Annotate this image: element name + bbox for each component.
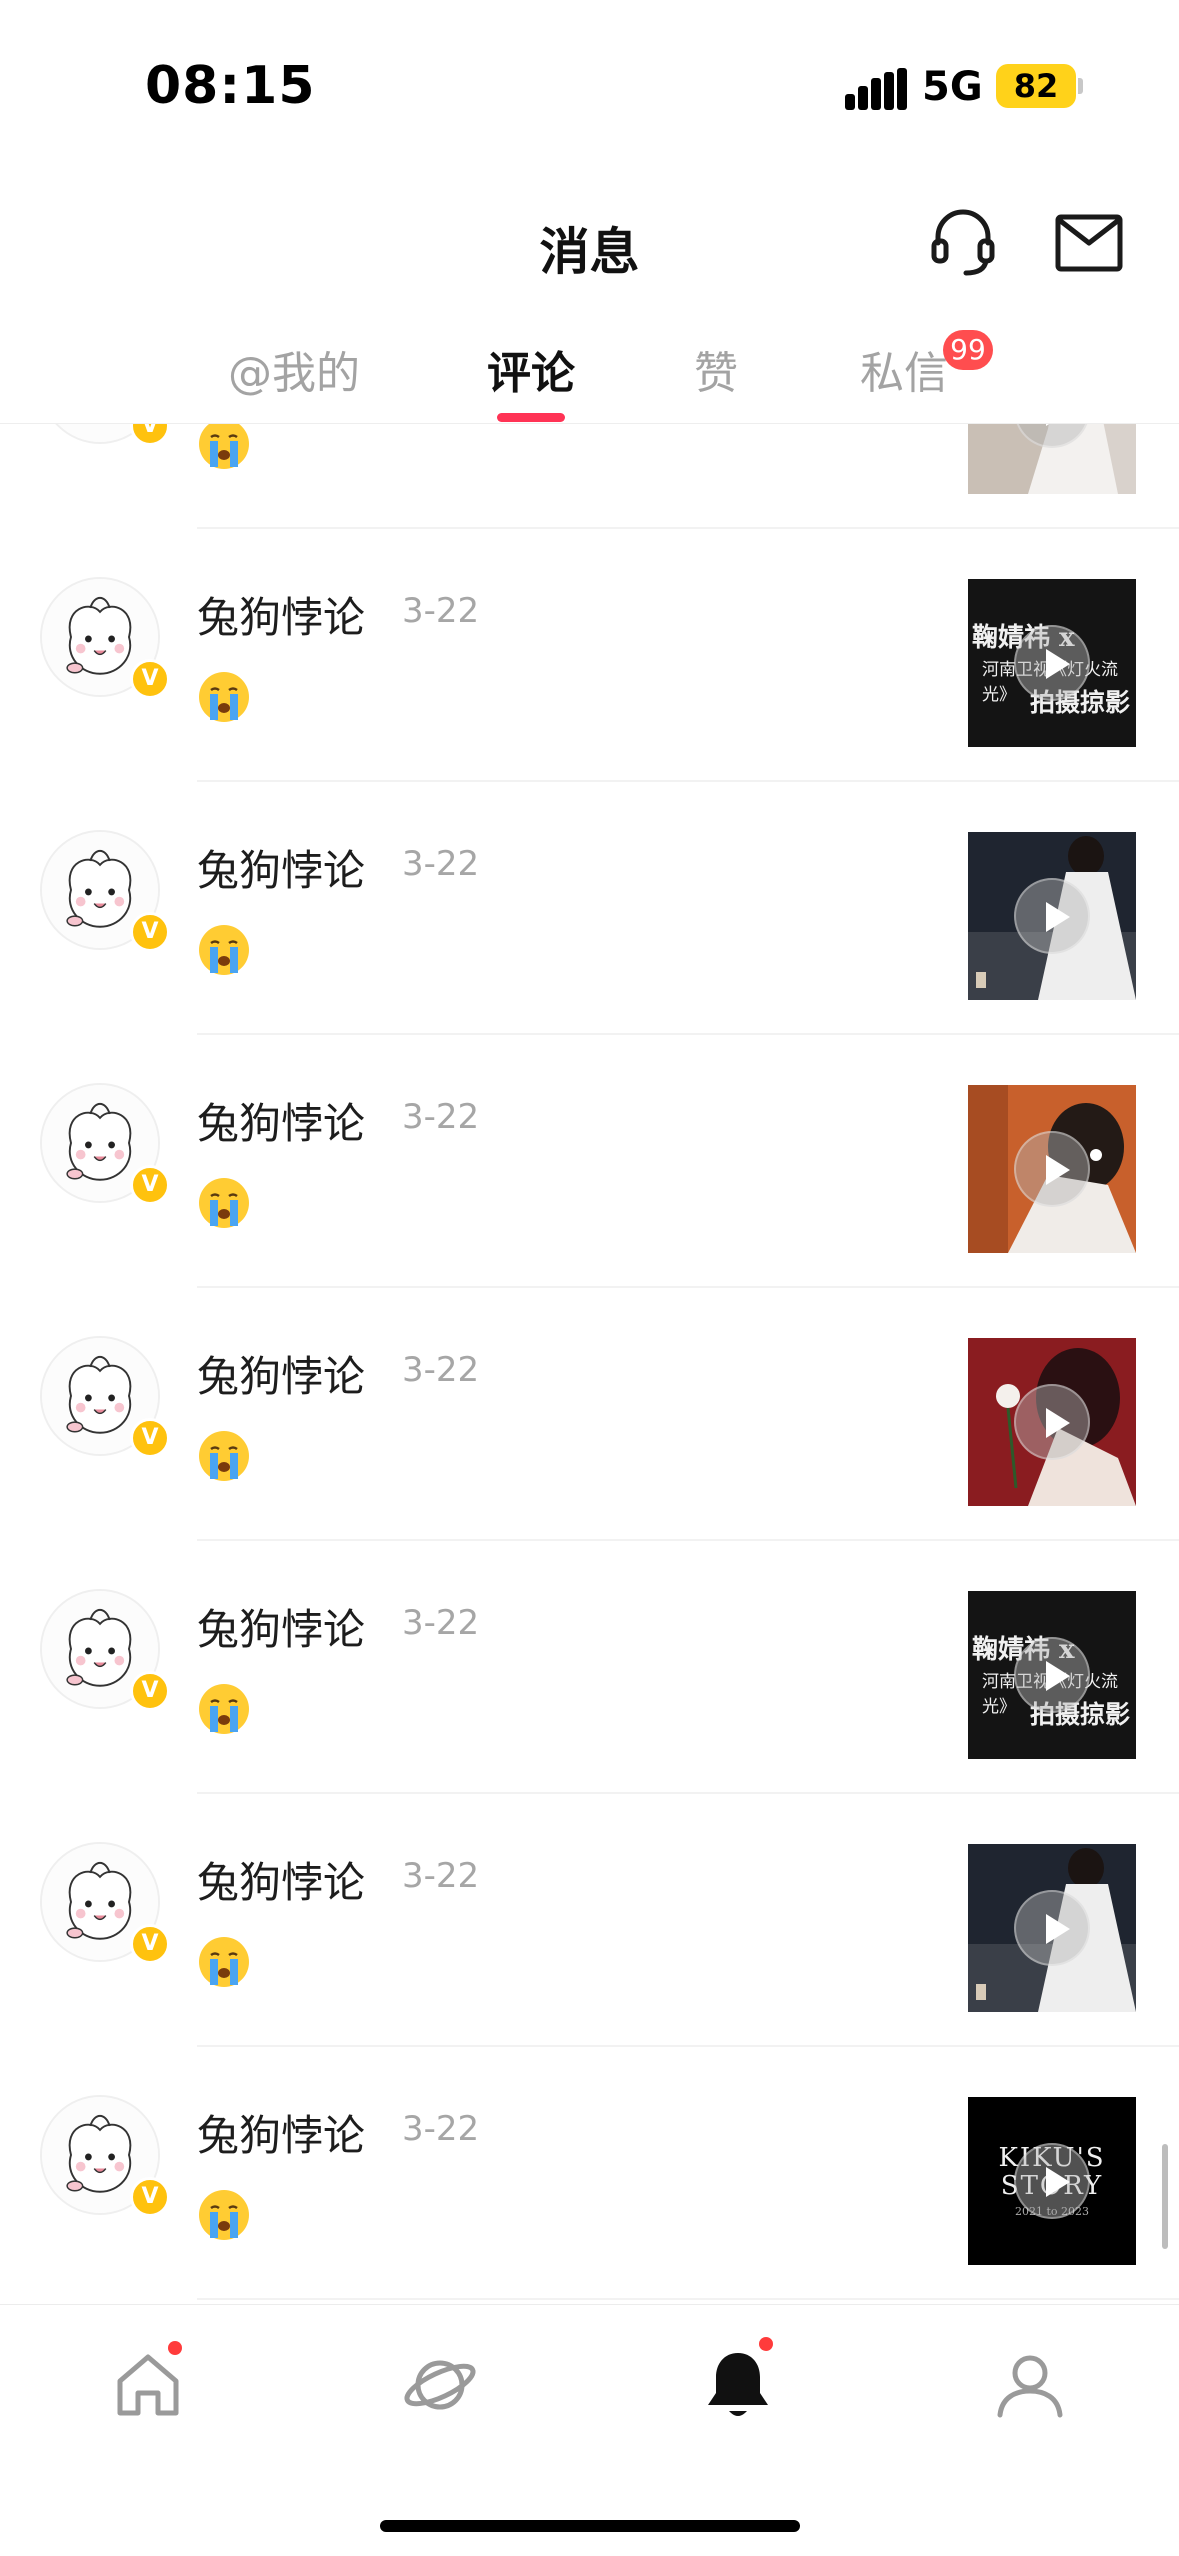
comment-date: 3-22 [402, 1856, 480, 1896]
play-icon [1014, 878, 1090, 954]
play-icon [1014, 625, 1090, 701]
network-label: 5G [922, 64, 983, 110]
tab-messages[interactable]: 私信 [860, 337, 948, 401]
verified-badge: V [130, 1165, 170, 1205]
crying-face-emoji [199, 1431, 249, 1481]
home-icon[interactable] [108, 2345, 188, 2425]
tab-likes[interactable]: 赞 [694, 337, 738, 401]
comment-date: 3-22 [402, 844, 480, 884]
verified-badge: V [130, 1671, 170, 1711]
verified-badge: V [130, 1418, 170, 1458]
comment-username[interactable]: 兔狗悖论 [197, 1090, 365, 1151]
comment-date: 3-22 [402, 591, 480, 631]
play-icon [1014, 1637, 1090, 1713]
comment-row[interactable]: V 兔狗悖论 [0, 424, 1179, 529]
play-icon [1014, 1890, 1090, 1966]
verified-badge: V [130, 424, 170, 446]
signal-icon [845, 68, 907, 110]
planet-icon[interactable] [400, 2345, 480, 2425]
comment-username[interactable]: 兔狗悖论 [197, 1849, 365, 1910]
home-indicator[interactable] [380, 2520, 800, 2532]
battery-icon: 82 [996, 64, 1076, 108]
play-icon [1014, 1131, 1090, 1207]
video-thumbnail[interactable] [968, 1844, 1136, 2012]
comment-row[interactable]: V 兔狗悖论 3-22 [0, 782, 1179, 1035]
comment-date: 3-22 [402, 1603, 480, 1643]
crying-face-emoji [199, 1937, 249, 1987]
video-thumbnail[interactable] [968, 832, 1136, 1000]
notification-dot [759, 2337, 773, 2351]
tab-comments[interactable]: 评论 [487, 337, 575, 401]
crying-face-emoji [199, 1178, 249, 1228]
crying-face-emoji [199, 1684, 249, 1734]
verified-badge: V [130, 912, 170, 952]
comment-row[interactable]: V 兔狗悖论 3-22 [0, 1288, 1179, 1541]
home-notification-dot [168, 2341, 182, 2355]
profile-icon[interactable] [990, 2345, 1070, 2425]
page-title: 消息 [539, 223, 640, 281]
status-time: 08:15 [145, 56, 316, 116]
crying-face-emoji [199, 424, 249, 469]
comment-row[interactable]: V 兔狗悖论 3-22 鞠婧祎 x 河南卫视《灯火流光》 拍摄掠影 [0, 1541, 1179, 1794]
comment-row[interactable]: V 兔狗悖论 3-22 [0, 1035, 1179, 1288]
comment-row[interactable]: V 兔狗悖论 3-22 [0, 1794, 1179, 2047]
comment-date: 3-22 [402, 1097, 480, 1137]
comment-username[interactable]: 兔狗悖论 [197, 1596, 365, 1657]
play-icon [1014, 2143, 1090, 2219]
crying-face-emoji [199, 672, 249, 722]
play-icon [1014, 1384, 1090, 1460]
comment-username[interactable]: 兔狗悖论 [197, 2102, 365, 2163]
comment-list[interactable]: V 兔狗悖论 V 兔狗悖论 [0, 424, 1179, 2304]
comment-row[interactable]: V 兔狗悖论 3-22 KIKU'S STORY 2021 to 2023 [0, 2047, 1179, 2300]
crying-face-emoji [199, 2190, 249, 2240]
unread-badge: 99 [943, 330, 993, 370]
video-thumbnail[interactable] [968, 424, 1136, 494]
video-thumbnail[interactable]: KIKU'S STORY 2021 to 2023 [968, 2097, 1136, 2265]
tab-indicator [497, 413, 565, 422]
comment-username[interactable]: 兔狗悖论 [197, 1343, 365, 1404]
verified-badge: V [130, 659, 170, 699]
scrollbar[interactable] [1162, 2144, 1168, 2249]
comment-username[interactable]: 兔狗悖论 [197, 584, 365, 645]
video-thumbnail[interactable]: 鞠婧祎 x 河南卫视《灯火流光》 拍摄掠影 [968, 579, 1136, 747]
video-thumbnail[interactable] [968, 1085, 1136, 1253]
headset-icon[interactable] [926, 205, 1000, 279]
comment-date: 3-22 [402, 1350, 480, 1390]
crying-face-emoji [199, 925, 249, 975]
video-thumbnail[interactable]: 鞠婧祎 x 河南卫视《灯火流光》 拍摄掠影 [968, 1591, 1136, 1759]
verified-badge: V [130, 2177, 170, 2217]
comment-username[interactable]: 兔狗悖论 [197, 837, 365, 898]
tab-mentions[interactable]: @我的 [228, 337, 360, 401]
video-thumbnail[interactable] [968, 1338, 1136, 1506]
bell-icon[interactable] [698, 2345, 778, 2425]
verified-badge: V [130, 1924, 170, 1964]
comment-date: 3-22 [402, 2109, 480, 2149]
comment-row[interactable]: V 兔狗悖论 3-22 鞠婧祎 x 河南卫视《灯火流光》 拍摄掠影 [0, 529, 1179, 782]
bottom-nav [0, 2304, 1179, 2556]
mail-icon[interactable] [1052, 205, 1126, 279]
